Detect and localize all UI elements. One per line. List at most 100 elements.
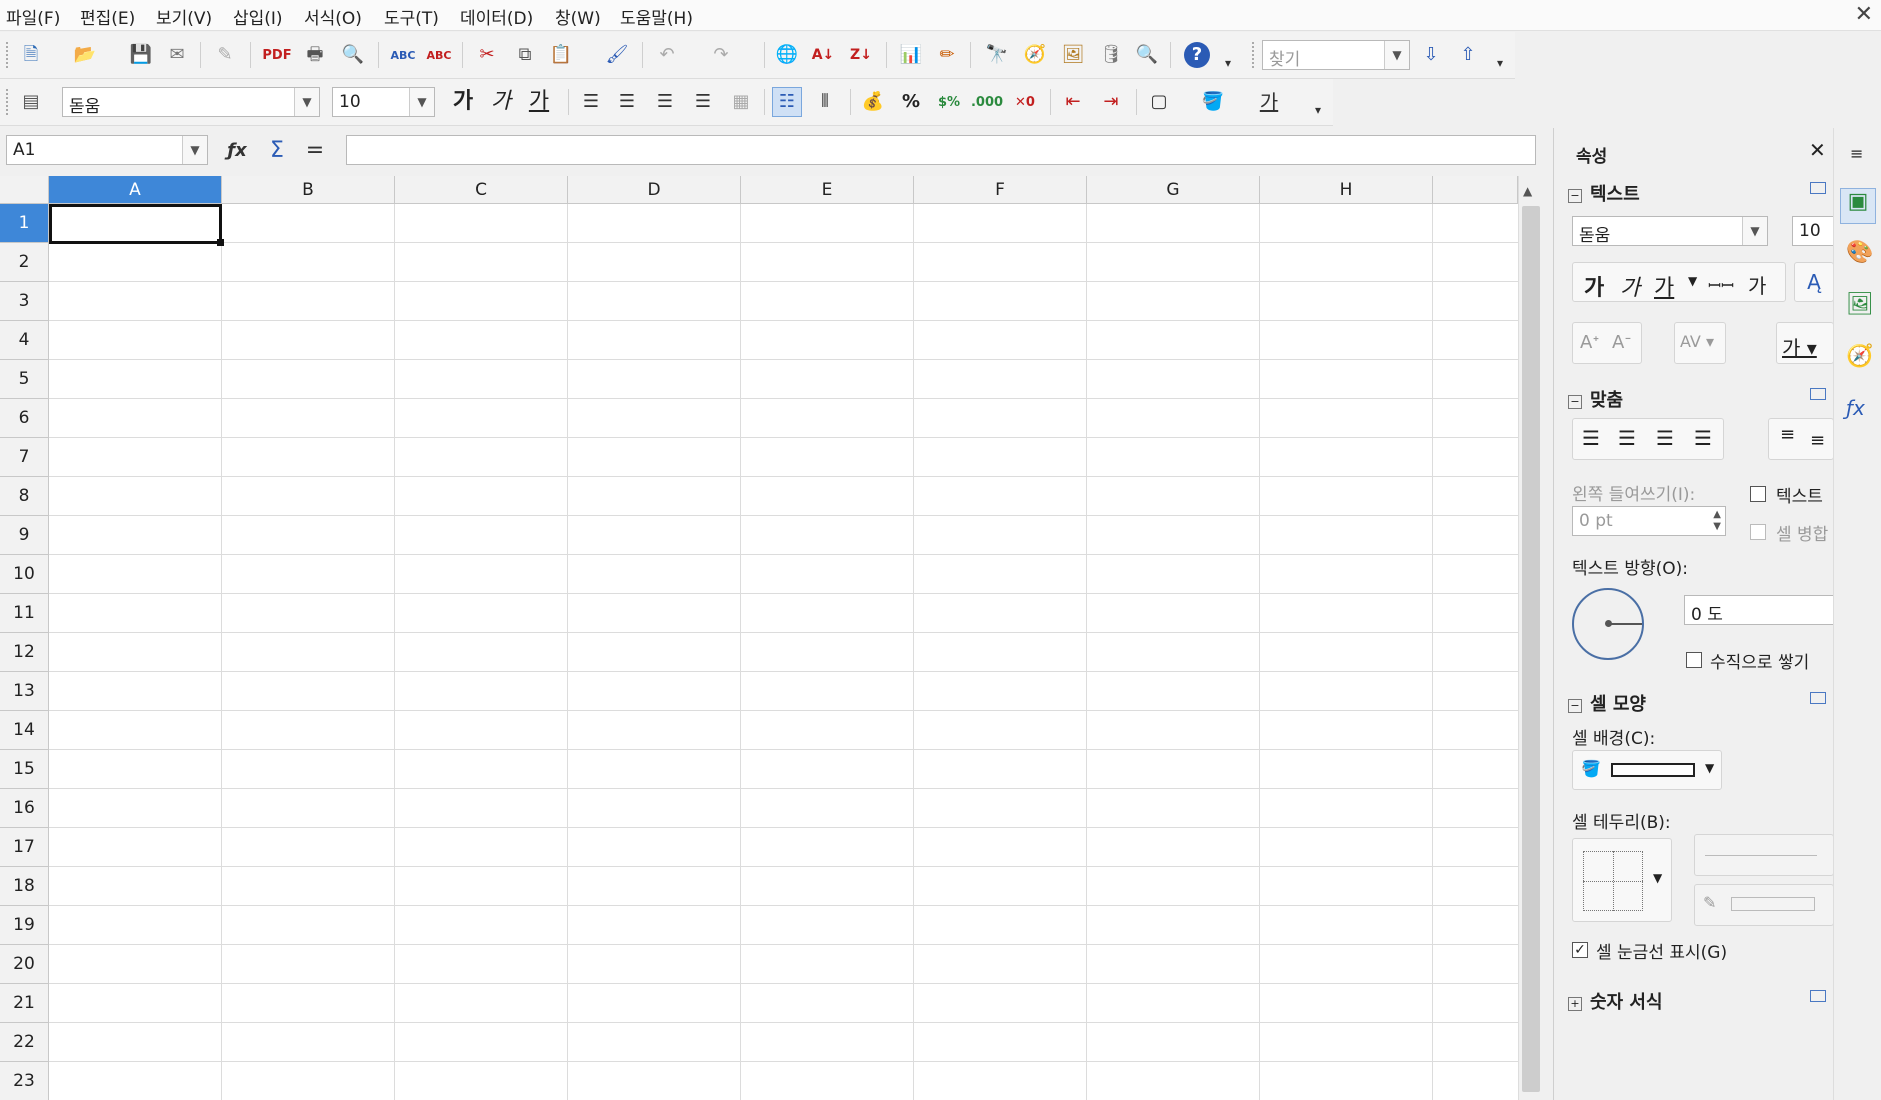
increase-font-icon[interactable]: Aᐩ [1580,332,1599,353]
align-section-header[interactable]: − 맞춤 [1568,386,1623,412]
sidebar-menu-icon[interactable]: ≡ [1850,144,1863,163]
column-header-g[interactable]: G [1087,176,1260,204]
sidebar-font-size[interactable]: 10 [1792,216,1834,246]
properties-tab-icon[interactable]: ▣ [1840,188,1876,224]
menu-file[interactable]: 파일(F) [6,4,60,29]
cell-section-header[interactable]: − 셀 모양 [1568,690,1646,716]
insert-chart-icon[interactable]: 📊 [898,42,924,68]
function-wizard-icon[interactable]: ƒx [224,138,250,164]
formula-icon[interactable]: = [302,138,328,164]
zoom-icon[interactable]: 🔍 [1134,42,1160,68]
column-header-partial[interactable] [1433,176,1518,204]
find-previous-icon[interactable]: ⇧ [1455,42,1481,68]
row-header-14[interactable]: 14 [0,711,49,750]
row-header-4[interactable]: 4 [0,321,49,360]
currency-format-icon[interactable]: 💰 [860,89,886,115]
show-draw-functions-icon[interactable]: ✏ [934,42,960,68]
redo-icon[interactable]: ↷ [708,42,734,68]
gallery-icon[interactable]: 🖼 [1060,42,1086,68]
find-input[interactable]: 찾기 ▼ [1262,40,1410,70]
row-header-2[interactable]: 2 [0,243,49,282]
open-folder-icon[interactable]: 📂 [72,42,98,68]
sum-icon[interactable]: Σ [264,138,290,164]
sidebar-font-color-icon[interactable]: 가 ▾ [1782,332,1817,361]
border-dropdown-icon[interactable]: ▼ [1653,871,1662,885]
row-header-13[interactable]: 13 [0,672,49,711]
find-next-icon[interactable]: ⇩ [1418,42,1444,68]
vertical-stack-checkbox[interactable] [1686,652,1702,668]
indent-spinbox[interactable]: 0 pt ▲ ▼ [1572,506,1726,536]
sidebar-align-left-icon[interactable]: ☰ [1582,426,1600,450]
menu-edit[interactable]: 편집(E) [80,4,135,29]
menu-format[interactable]: 서식(O) [304,4,362,29]
align-center-icon[interactable]: ☰ [614,89,640,115]
cell-border-button[interactable]: ▼ [1572,838,1672,922]
findbar-grip[interactable] [1252,42,1257,68]
paste-icon[interactable]: 📋 [548,42,574,68]
autospellcheck-icon[interactable]: ABC [426,42,452,68]
column-header-d[interactable]: D [568,176,741,204]
justify-icon[interactable]: ☰ [690,89,716,115]
decrease-font-icon[interactable]: Aᐨ [1612,332,1631,353]
find-replace-icon[interactable]: 🔭 [984,42,1010,68]
hyperlink-icon[interactable]: 🌐 [774,42,800,68]
text-vertical-icon[interactable]: ⦀ [812,89,838,115]
strikethrough-icon[interactable]: ꟷꟷ [1708,274,1734,296]
bg-dropdown-icon[interactable]: ▼ [1705,761,1714,775]
row-header-7[interactable]: 7 [0,438,49,477]
character-spacing-icon[interactable]: AV ▾ [1680,332,1714,351]
font-name-box[interactable]: 돋움 ▼ [62,87,320,117]
scroll-up-icon[interactable]: ▲ [1523,184,1532,198]
percent-format-button[interactable]: % [898,89,924,115]
email-icon[interactable]: ✉ [164,42,190,68]
borders-icon[interactable]: ▢ [1146,89,1172,115]
menu-help[interactable]: 도움말(H) [620,4,693,29]
align-middle-icon[interactable]: ≡ [1810,430,1825,451]
sidebar-bold-button[interactable]: 가 [1584,270,1604,302]
row-header-21[interactable]: 21 [0,984,49,1023]
navigator-icon[interactable]: 🧭 [1022,42,1048,68]
column-header-h[interactable]: H [1260,176,1433,204]
column-header-b[interactable]: B [222,176,395,204]
sidebar-underline-button[interactable]: 가 [1654,270,1674,302]
cell-bg-color-button[interactable]: 🪣 ▼ [1572,750,1722,790]
border-line-style[interactable] [1694,834,1834,876]
row-header-10[interactable]: 10 [0,555,49,594]
number-section-header[interactable]: + 숫자 서식 [1568,988,1663,1014]
find-dropdown-icon[interactable]: ▼ [1384,41,1409,69]
formula-input[interactable] [346,135,1536,165]
sort-descending-icon[interactable]: Z↓ [848,42,874,68]
row-header-15[interactable]: 15 [0,750,49,789]
help-icon[interactable]: ? [1184,42,1210,68]
sidebar-close-icon[interactable]: ✕ [1809,138,1826,162]
merge-cells-icon[interactable]: ▦ [728,89,754,115]
spreadsheet-grid[interactable]: ABCDEFGH 1 2 3 4 5 6 7 8 9 10 11 12 13 14 15 16 17 18 19 20… [0,176,1518,1100]
row-header-16[interactable]: 16 [0,789,49,828]
data-sources-icon[interactable]: 🛢 [1098,42,1124,68]
sidebar-justify-icon[interactable]: ☰ [1694,426,1712,450]
font-name-dropdown-icon[interactable]: ▼ [294,88,319,116]
font-size-dropdown-icon[interactable]: ▼ [409,88,434,116]
row-header-17[interactable]: 17 [0,828,49,867]
menu-tools[interactable]: 도구(T) [384,4,439,29]
column-header-a[interactable]: A [49,176,222,204]
name-box-dropdown-icon[interactable]: ▼ [182,136,207,164]
border-line-color[interactable]: ✎ [1694,884,1834,926]
sidebar-font-name[interactable]: 돋움 ▼ [1572,216,1768,246]
gallery-tab-icon[interactable]: 🖼 [1846,292,1874,317]
underline-button[interactable]: 가 [526,89,552,115]
column-header-e[interactable]: E [741,176,914,204]
name-box[interactable]: A1 ▼ [6,135,208,165]
row-header-3[interactable]: 3 [0,282,49,321]
add-decimal-icon[interactable]: .000 [971,89,1003,115]
row-header-5[interactable]: 5 [0,360,49,399]
toolbar-grip[interactable] [6,42,11,68]
number-format-icon[interactable]: $% [936,89,962,115]
spin-arrows-icon[interactable]: ▲ ▼ [1713,509,1721,533]
cell-more-options-icon[interactable] [1810,692,1826,704]
sidebar-align-right-icon[interactable]: ☰ [1656,426,1674,450]
close-window-icon[interactable]: ✕ [1855,2,1873,27]
row-header-1[interactable]: 1 [0,204,49,243]
menu-window[interactable]: 창(W) [555,4,601,29]
copy-icon[interactable]: ⧉ [512,42,538,68]
